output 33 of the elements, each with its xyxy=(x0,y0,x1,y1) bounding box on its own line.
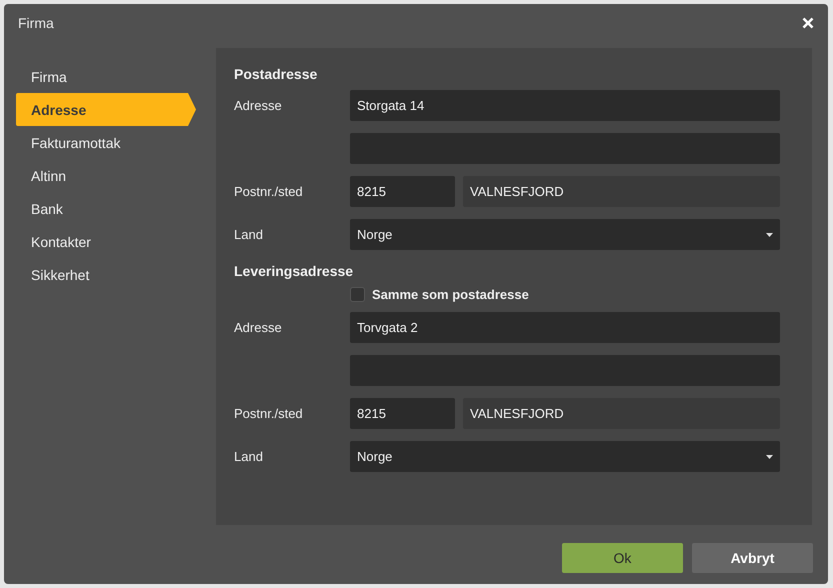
city-field: VALNESFJORD xyxy=(463,398,780,429)
sidebar-item[interactable]: Sikkerhet xyxy=(16,258,196,291)
text-field[interactable]: Storgata 14 xyxy=(350,90,780,121)
text-field[interactable]: Torvgata 2 xyxy=(350,312,780,343)
text-field[interactable] xyxy=(350,133,780,164)
sidebar-item[interactable]: Firma xyxy=(16,60,196,93)
field-label: Adresse xyxy=(234,98,283,113)
city-field: VALNESFJORD xyxy=(463,176,780,207)
sidebar-item[interactable]: Adresse xyxy=(16,93,196,126)
section-heading: Leveringsadresse xyxy=(234,263,354,279)
cancel-button[interactable]: Avbryt xyxy=(692,543,813,573)
close-icon[interactable] xyxy=(802,17,814,29)
postcode-field[interactable]: 8215 xyxy=(350,176,455,207)
caret-icon xyxy=(766,232,773,236)
country-dropdown[interactable]: Norge xyxy=(350,219,780,250)
field-label: Land xyxy=(234,227,264,242)
postcode-field[interactable]: 8215 xyxy=(350,398,455,429)
checkbox[interactable] xyxy=(350,287,365,302)
country-dropdown[interactable]: Norge xyxy=(350,441,780,472)
field-label: Postnr./sted xyxy=(234,406,304,421)
sidebar-item[interactable]: Fakturamottak xyxy=(16,126,196,159)
field-label: Land xyxy=(234,449,264,464)
field-label: Adresse xyxy=(234,320,283,335)
field-label: Postnr./sted xyxy=(234,184,304,199)
checkbox-label: Samme som postadresse xyxy=(372,287,529,302)
sidebar-item[interactable]: Bank xyxy=(16,192,196,225)
caret-icon xyxy=(766,454,773,458)
text-field[interactable] xyxy=(350,355,780,386)
sidebar-item[interactable]: Kontakter xyxy=(16,225,196,258)
ok-button[interactable]: Ok xyxy=(562,543,683,573)
section-heading: Postadresse xyxy=(234,66,318,82)
dialog-title: Firma xyxy=(18,15,54,31)
sidebar-item[interactable]: Altinn xyxy=(16,159,196,192)
